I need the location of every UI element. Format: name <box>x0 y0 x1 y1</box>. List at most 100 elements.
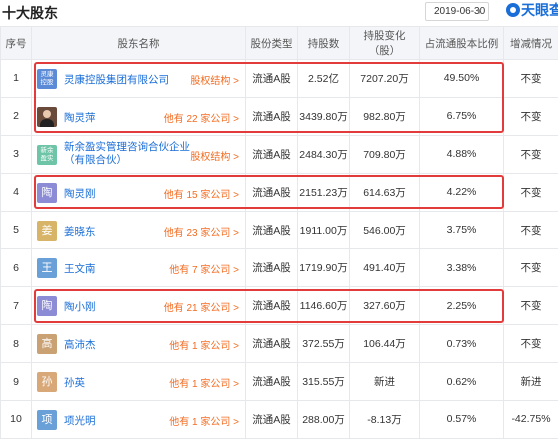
rank-cell: 8 <box>0 324 32 364</box>
table-row: 2 陶灵萍 他有 22 家公司 > 流通A股 3439.80万 982.80万 6.75% 不… <box>0 96 558 136</box>
holder-detail-link[interactable]: 他有 1 家公司 > <box>169 375 239 390</box>
holder-name-link[interactable]: 孙英 <box>64 375 85 390</box>
holder-avatar[interactable]: 陶 <box>37 296 57 317</box>
holder-detail-link[interactable]: 股权结构 > <box>190 72 239 87</box>
holder-detail-link[interactable]: 他有 21 家公司 > <box>164 299 239 314</box>
share-type-cell: 流通A股 <box>245 248 298 288</box>
status-cell: 不变 <box>503 96 558 136</box>
table-row: 10 项项光明 他有 1 家公司 > 流通A股 288.00万 -8.13万 0.57% -4… <box>0 400 558 439</box>
top-bar: 十大股东 2019-06-30 ▼ 天眼查 <box>0 0 558 26</box>
status-cell: 不变 <box>503 172 558 212</box>
change-cell: 7207.20万 <box>349 59 420 98</box>
ratio-cell: 6.75% <box>419 96 504 136</box>
holder-cell: 姜姜晓东 他有 23 家公司 > <box>31 210 246 250</box>
holder-name-link[interactable]: 灵康控股集团有限公司 <box>64 72 169 87</box>
table-row: 3 新余 盈实 新余盈实管理咨询合伙企业（有限合伙） 股权结构 > 流通A股 2484.30… <box>0 134 558 174</box>
ratio-cell: 4.22% <box>419 172 504 212</box>
rank-cell: 5 <box>0 210 32 250</box>
col-header: 增减情况 <box>503 26 558 60</box>
share-type-cell: 流通A股 <box>245 172 298 212</box>
table-row: 7 陶陶小刚 他有 21 家公司 > 流通A股 1146.60万 327.60万 2.25%… <box>0 286 558 326</box>
col-header: 股份类型 <box>245 26 298 60</box>
holder-cell: 灵康 控股 灵康控股集团有限公司 股权结构 > <box>31 59 246 98</box>
shares-cell: 3439.80万 <box>297 96 350 136</box>
ratio-cell: 3.38% <box>419 248 504 288</box>
holder-avatar[interactable]: 灵康 控股 <box>37 69 57 89</box>
holder-cell: 王王文南 他有 7 家公司 > <box>31 248 246 288</box>
rank-cell: 7 <box>0 286 32 326</box>
rank-cell: 4 <box>0 172 32 212</box>
table-row: 1 灵康 控股 灵康控股集团有限公司 股权结构 > 流通A股 2.52亿 7207.20万 49… <box>0 59 558 98</box>
holder-avatar[interactable]: 新余 盈实 <box>37 144 57 165</box>
status-cell: 不变 <box>503 324 558 364</box>
share-type-cell: 流通A股 <box>245 324 298 364</box>
ratio-cell: 4.88% <box>419 134 504 174</box>
holder-avatar[interactable]: 高 <box>37 334 57 355</box>
change-cell: 546.00万 <box>349 210 420 250</box>
date-select[interactable]: 2019-06-30 ▼ <box>425 2 489 21</box>
table-row: 4 陶陶灵刚 他有 15 家公司 > 流通A股 2151.23万 614.63万 4.22%… <box>0 172 558 212</box>
share-type-cell: 流通A股 <box>245 96 298 136</box>
rank-cell: 9 <box>0 362 32 402</box>
holder-detail-link[interactable]: 他有 23 家公司 > <box>164 224 239 239</box>
shares-cell: 2.52亿 <box>297 59 350 98</box>
col-header: 持股变化（股） <box>349 26 420 60</box>
holder-name-link[interactable]: 陶灵刚 <box>64 186 96 201</box>
change-cell: 106.44万 <box>349 324 420 364</box>
holder-detail-link[interactable]: 股权结构 > <box>190 148 239 163</box>
holder-cell: 新余 盈实 新余盈实管理咨询合伙企业（有限合伙） 股权结构 > <box>31 134 246 174</box>
ratio-cell: 3.75% <box>419 210 504 250</box>
rank-cell: 1 <box>0 59 32 98</box>
holder-name-link[interactable]: 陶小刚 <box>64 299 96 314</box>
holder-detail-link[interactable]: 他有 1 家公司 > <box>169 413 239 428</box>
holder-detail-link[interactable]: 他有 15 家公司 > <box>164 186 239 201</box>
col-header: 占流通股本比例 <box>419 26 504 60</box>
holder-avatar[interactable]: 王 <box>37 258 57 279</box>
holder-avatar[interactable]: 陶 <box>37 182 57 203</box>
holder-avatar[interactable]: 姜 <box>37 220 57 241</box>
holder-name-link[interactable]: 王文南 <box>64 261 96 276</box>
photo-avatar[interactable] <box>37 106 57 127</box>
holder-detail-link[interactable]: 他有 1 家公司 > <box>169 337 239 352</box>
holder-name-link[interactable]: 陶灵萍 <box>64 110 96 125</box>
status-cell: 不变 <box>503 248 558 288</box>
holder-detail-link[interactable]: 他有 22 家公司 > <box>164 110 239 125</box>
brand-logo: 天眼查 <box>506 0 558 20</box>
holder-name-link[interactable]: 姜晓东 <box>64 224 96 239</box>
col-header: 持股数 <box>297 26 350 60</box>
holder-name-link[interactable]: 新余盈实管理咨询合伙企业（有限合伙） <box>64 141 204 167</box>
holder-avatar[interactable]: 孙 <box>37 372 57 393</box>
table-row: 5 姜姜晓东 他有 23 家公司 > 流通A股 1911.00万 546.00万 3.75%… <box>0 210 558 250</box>
change-cell: -8.13万 <box>349 400 420 439</box>
holder-name-link[interactable]: 高沛杰 <box>64 337 96 352</box>
rank-cell: 6 <box>0 248 32 288</box>
holder-cell: 高高沛杰 他有 1 家公司 > <box>31 324 246 364</box>
change-cell: 982.80万 <box>349 96 420 136</box>
shares-cell: 1719.90万 <box>297 248 350 288</box>
section-title: 十大股东 <box>2 5 58 21</box>
shares-cell: 372.55万 <box>297 324 350 364</box>
holder-cell: 孙孙英 他有 1 家公司 > <box>31 362 246 402</box>
rank-cell: 3 <box>0 134 32 174</box>
holder-cell: 项项光明 他有 1 家公司 > <box>31 400 246 439</box>
change-cell: 709.80万 <box>349 134 420 174</box>
holder-detail-link[interactable]: 他有 7 家公司 > <box>169 261 239 276</box>
change-cell: 491.40万 <box>349 248 420 288</box>
change-cell: 614.63万 <box>349 172 420 212</box>
status-cell: 不变 <box>503 210 558 250</box>
holder-avatar[interactable]: 项 <box>37 410 57 431</box>
holder-cell: 陶陶灵刚 他有 15 家公司 > <box>31 172 246 212</box>
col-header: 股东名称 <box>31 26 246 60</box>
share-type-cell: 流通A股 <box>245 286 298 326</box>
status-cell: 新进 <box>503 362 558 402</box>
ratio-cell: 0.57% <box>419 400 504 439</box>
ratio-cell: 0.62% <box>419 362 504 402</box>
ratio-cell: 2.25% <box>419 286 504 326</box>
share-type-cell: 流通A股 <box>245 362 298 402</box>
eye-logo-icon <box>506 3 520 17</box>
shares-cell: 2151.23万 <box>297 172 350 212</box>
table-header-row: 序号 股东名称 股份类型 持股数 持股变化（股） 占流通股本比例 增减情况 <box>0 26 558 60</box>
holder-name-link[interactable]: 项光明 <box>64 413 96 428</box>
ratio-cell: 49.50% <box>419 59 504 98</box>
status-cell: 不变 <box>503 134 558 174</box>
